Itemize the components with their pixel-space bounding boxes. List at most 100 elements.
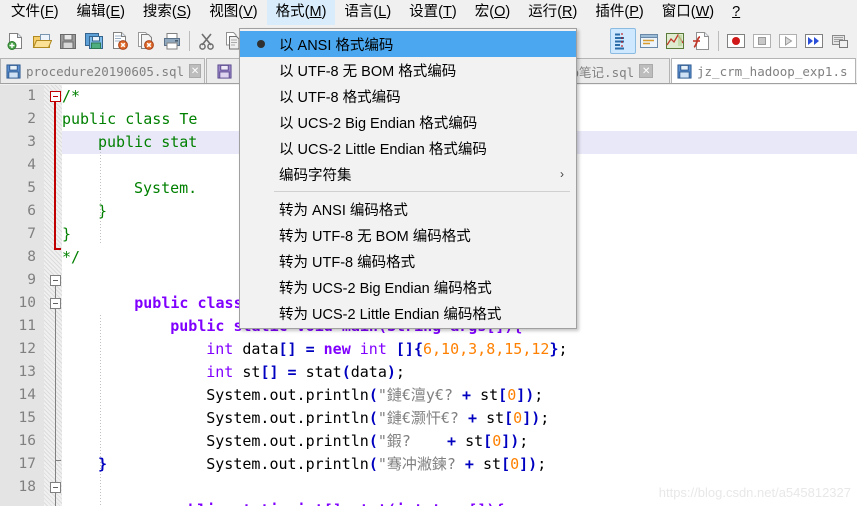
line-number: 2	[27, 111, 36, 127]
menu-language[interactable]: 语言(L)	[335, 0, 400, 25]
code-line-3: public stat	[98, 133, 198, 151]
menuitem-label: 编码字符集	[279, 167, 352, 184]
string-literal-4: "骞冲潎鍊?	[377, 455, 456, 473]
tab-close-icon[interactable]: ✕	[189, 64, 201, 78]
menuitem-label: 以 UCS-2 Big Endian 格式编码	[279, 115, 478, 132]
menu-format[interactable]: 格式(M)	[266, 0, 336, 25]
menu-macro-label: 宏	[474, 4, 490, 20]
toolbar-stop-macro[interactable]	[749, 28, 775, 54]
menu-help[interactable]: ?	[723, 0, 749, 25]
menuitem-encode-in-ucs2-be[interactable]: 以 UCS-2 Big Endian 格式编码	[240, 109, 576, 135]
menuitem-label: 转为 UCS-2 Little Endian 编码格式	[279, 306, 502, 323]
toolbar-new[interactable]	[3, 28, 29, 54]
fold-toggle-comment[interactable]	[50, 91, 61, 102]
toolbar-run-macro-multiple[interactable]	[801, 28, 827, 54]
menu-plugins-mnemonic: P	[629, 4, 639, 20]
tab-label: jz_crm_hadoop_exp1.s	[697, 63, 848, 79]
tab-second[interactable]	[206, 58, 240, 83]
menu-view[interactable]: 视图(V)	[200, 0, 266, 25]
fold-toggle-class[interactable]	[50, 275, 61, 286]
toolbar-document-map[interactable]	[662, 28, 688, 54]
menu-plugins-label: 插件	[595, 4, 625, 20]
tab-jz-crm-hadoop[interactable]: jz_crm_hadoop_exp1.s	[671, 58, 856, 83]
notepadpp-window: 文件(F) 编辑(E) 搜索(S) 视图(V) 格式(M) 语言(L) 设置(T…	[0, 0, 857, 506]
menu-file[interactable]: 文件(F)	[2, 0, 68, 25]
menu-language-mnemonic: L	[378, 4, 387, 20]
code-line-18: public static int[] stat(int temp[]){	[98, 476, 504, 506]
code-line-13: System.out.println("鏈€澶у€? + st[0]);	[206, 386, 544, 404]
menu-run-label: 运行	[528, 4, 558, 20]
array-values: 6,10,3,8,15,12	[423, 340, 550, 358]
toolbar-open[interactable]	[29, 28, 55, 54]
menu-settings-mnemonic: T	[443, 4, 452, 20]
code-line-16: System.out.println("骞冲潎鍊? + st[0]);	[206, 455, 547, 473]
menuitem-encode-in-utf8-no-bom[interactable]: 以 UTF-8 无 BOM 格式编码	[240, 57, 576, 83]
line-number: 7	[27, 226, 36, 242]
tab-close-icon[interactable]: ✕	[639, 64, 654, 78]
fold-toggle-main[interactable]	[50, 298, 61, 309]
menu-macro[interactable]: 宏(O)	[466, 0, 519, 25]
menuitem-label: 以 UTF-8 无 BOM 格式编码	[279, 63, 457, 80]
line-number: 14	[18, 387, 36, 403]
toolbar-record-macro[interactable]	[723, 28, 749, 54]
menuitem-encode-in-utf8[interactable]: 以 UTF-8 格式编码	[240, 83, 576, 109]
toolbar-play-macro[interactable]	[775, 28, 801, 54]
menu-search[interactable]: 搜索(S)	[134, 0, 200, 25]
menuitem-label: 转为 ANSI 编码格式	[279, 202, 408, 219]
toolbar-word-wrap[interactable]	[636, 28, 662, 54]
menu-edit-mnemonic: E	[110, 4, 121, 20]
menu-settings[interactable]: 设置(T)	[400, 0, 466, 25]
toolbar-indent-guide[interactable]	[610, 28, 636, 54]
toolbar-function-list[interactable]	[688, 28, 714, 54]
code-line-2: public class Te	[62, 110, 198, 128]
menuitem-convert-to-ucs2-be[interactable]: 转为 UCS-2 Big Endian 编码格式	[240, 274, 576, 300]
save-all-icon	[85, 33, 103, 49]
fold-end-comment	[54, 248, 61, 250]
record-macro-icon	[727, 34, 745, 48]
menuitem-convert-to-utf8[interactable]: 转为 UTF-8 编码格式	[240, 248, 576, 274]
menuitem-convert-to-ucs2-le[interactable]: 转为 UCS-2 Little Endian 编码格式	[240, 300, 576, 326]
fold-toggle-stat[interactable]	[50, 482, 61, 493]
menuitem-label: 以 UTF-8 格式编码	[279, 89, 401, 106]
format-menu-dropdown[interactable]: 以 ANSI 格式编码 以 UTF-8 无 BOM 格式编码 以 UTF-8 格…	[239, 28, 577, 329]
line-number: 12	[18, 341, 36, 357]
toolbar-separator-2	[718, 31, 719, 51]
dropdown-separator	[274, 191, 570, 192]
toolbar-print[interactable]	[159, 28, 185, 54]
radio-bullet-icon	[257, 40, 265, 48]
line-number: 5	[27, 180, 36, 196]
menu-edit[interactable]: 编辑(E)	[68, 0, 134, 25]
menuitem-convert-to-ansi[interactable]: 转为 ANSI 编码格式	[240, 196, 576, 222]
fold-column	[44, 85, 62, 506]
line-number: 13	[18, 364, 36, 380]
toolbar-close-all[interactable]	[133, 28, 159, 54]
menuitem-label: 转为 UTF-8 无 BOM 编码格式	[279, 228, 471, 245]
toolbar-save-all[interactable]	[81, 28, 107, 54]
line-number: 15	[18, 410, 36, 426]
menuitem-encode-in-ucs2-le[interactable]: 以 UCS-2 Little Endian 格式编码	[240, 135, 576, 161]
menu-plugins[interactable]: 插件(P)	[586, 0, 652, 25]
word-wrap-icon	[640, 34, 658, 48]
new-file-icon	[7, 33, 22, 50]
line-number: 18	[18, 479, 36, 495]
menuitem-convert-to-utf8-no-bom[interactable]: 转为 UTF-8 无 BOM 编码格式	[240, 222, 576, 248]
menuitem-label: 转为 UTF-8 编码格式	[279, 254, 416, 271]
menu-run[interactable]: 运行(R)	[519, 0, 586, 25]
menuitem-character-set[interactable]: 编码字符集 ›	[240, 161, 576, 187]
indent-guide-icon	[615, 33, 624, 50]
fold-end-main	[55, 460, 61, 461]
toolbar-save[interactable]	[55, 28, 81, 54]
menuitem-encode-in-ansi[interactable]: 以 ANSI 格式编码	[240, 31, 576, 57]
menu-format-label: 格式	[275, 4, 305, 20]
toolbar-separator-1	[189, 31, 190, 51]
toolbar-cut[interactable]	[194, 28, 220, 54]
fold-line-main	[55, 309, 56, 453]
code-line-14: System.out.println("鏈€灏忓€? + st[0]);	[206, 409, 550, 427]
tab-procedure20190605[interactable]: procedure20190605.sql ✕	[0, 58, 205, 83]
toolbar-run[interactable]	[827, 28, 853, 54]
menu-window[interactable]: 窗口(W)	[653, 0, 723, 25]
menu-help-label: ?	[732, 4, 741, 20]
toolbar-close[interactable]	[107, 28, 133, 54]
menu-window-mnemonic: W	[695, 4, 710, 20]
code-line-15: System.out.println("鍜? + st[0]);	[206, 432, 529, 450]
